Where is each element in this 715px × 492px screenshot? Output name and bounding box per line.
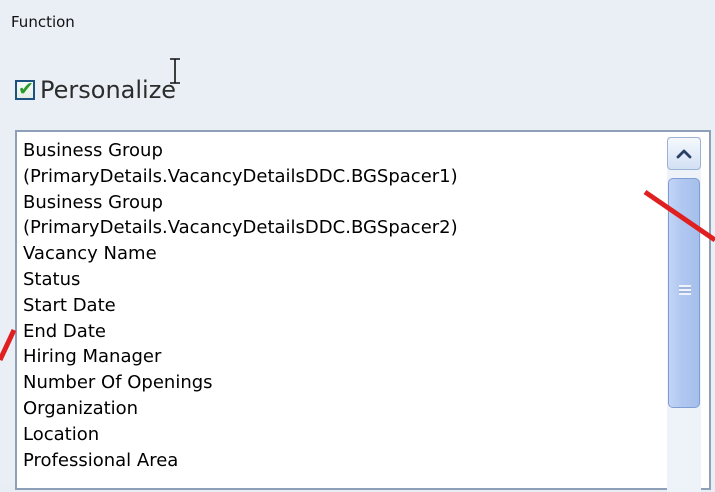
red-arrow-line-left: [0, 328, 17, 362]
annotation-overlay: [0, 189, 715, 362]
function-panel: Function ✔ Personalize Business Group (Pr…: [0, 0, 715, 492]
red-arrow-line-right: [643, 189, 715, 243]
